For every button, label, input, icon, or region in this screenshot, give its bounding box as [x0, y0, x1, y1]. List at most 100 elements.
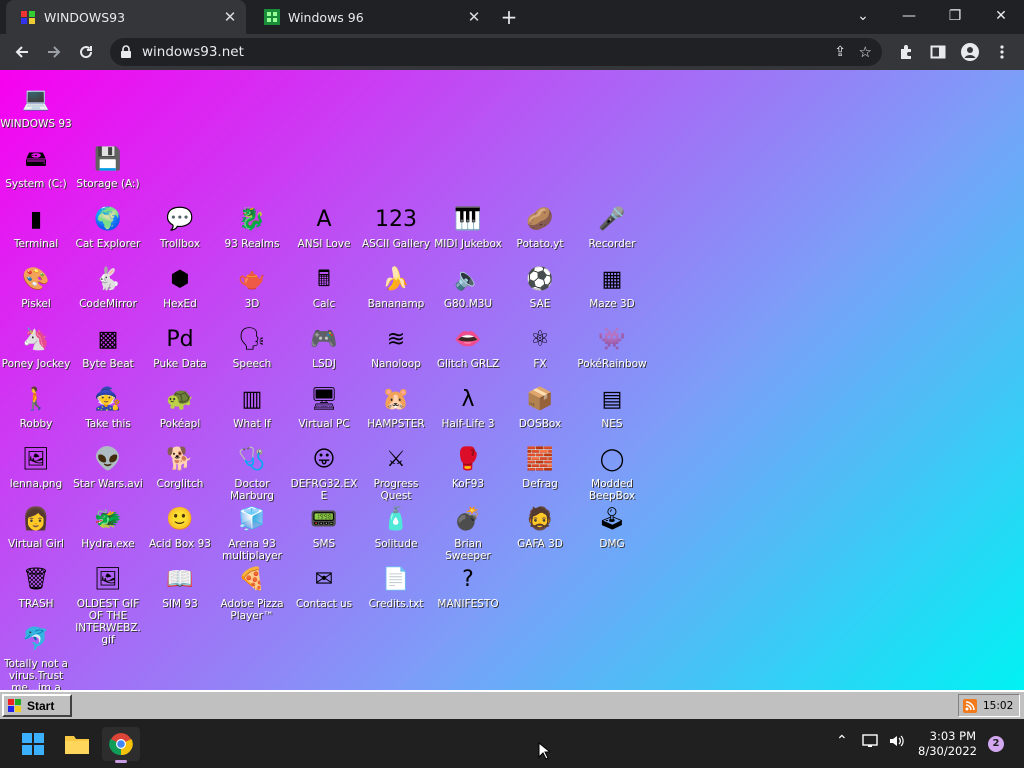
desktop-icon-hexed[interactable]: ⬢ HexEd — [144, 264, 216, 310]
desktop-icon-acid-box-93[interactable]: 🙂 Acid Box 93 — [144, 504, 216, 550]
desktop-icon-maze-3d[interactable]: ▦ Maze 3D — [576, 264, 648, 310]
back-button[interactable] — [8, 38, 36, 66]
share-icon[interactable]: ⇪ — [834, 44, 846, 60]
desktop-icon-g80-m3u[interactable]: 🔈 G80.M3U — [432, 264, 504, 310]
desktop-icon-corglitch[interactable]: 🐕 Corglitch — [144, 444, 216, 490]
desktop-icon-dosbox[interactable]: 📦 DOSBox — [504, 384, 576, 430]
close-tab-icon[interactable]: ✕ — [464, 7, 484, 27]
desktop-icon-doctor-marburg[interactable]: 🩺 Doctor Marburg — [216, 444, 288, 502]
forward-button[interactable] — [40, 38, 68, 66]
desktop-icon-totally-not-a-virus-trust-me-im-a[interactable]: 🐬 Totally not a virus.Trust me...im a — [0, 624, 72, 694]
desktop-icon-nanoloop[interactable]: ≋ Nanoloop — [360, 324, 432, 370]
desktop-icon-nes[interactable]: ▤ NES — [576, 384, 648, 430]
desktop-icon-potato-yt[interactable]: 🥔 Potato.yt — [504, 204, 576, 250]
desktop-icon-pok-apl[interactable]: 🐢 Pokéapl — [144, 384, 216, 430]
desktop-icon-virtual-pc[interactable]: 🖥 Virtual PC — [288, 384, 360, 430]
desktop-icon-progress-quest[interactable]: ⚔ Progress Quest — [360, 444, 432, 502]
desktop-icon-gafa-3d[interactable]: 🧔 GAFA 3D — [504, 504, 576, 550]
desktop-icon-pok-rainbow[interactable]: 👾 PokéRainbow — [576, 324, 648, 370]
desktop-icon-glitch-grlz[interactable]: 👄 Glitch GRLZ — [432, 324, 504, 370]
desktop-icon-lsdj[interactable]: 🎮 LSDJ — [288, 324, 360, 370]
desktop-icon-recorder[interactable]: 🎤 Recorder — [576, 204, 648, 250]
desktop-icon-brian-sweeper[interactable]: 💣 Brian Sweeper — [432, 504, 504, 562]
desktop-icon-lenna-png[interactable]: 🖼 lenna.png — [0, 444, 72, 490]
show-hidden-icons-button[interactable]: ⌃ — [836, 733, 848, 749]
desktop-icon-modded-beepbox[interactable]: ◯ Modded BeepBox — [576, 444, 648, 502]
desktop-icon-bananamp[interactable]: 🍌 Bananamp — [360, 264, 432, 310]
desktop-icon-piskel[interactable]: 🎨 Piskel — [0, 264, 72, 310]
desktop-icon-sim-93[interactable]: 📖 SIM 93 — [144, 564, 216, 610]
desktop-icon-adobe-pizza-player[interactable]: 🍕 Adobe Pizza Player™ — [216, 564, 288, 622]
rss-icon[interactable] — [963, 698, 977, 713]
side-panel-button[interactable] — [924, 38, 952, 66]
reload-button[interactable] — [72, 38, 100, 66]
desktop-icon-sae[interactable]: ⚽ SAE — [504, 264, 576, 310]
bookmark-star-icon[interactable]: ☆ — [859, 43, 872, 61]
extensions-button[interactable] — [892, 38, 920, 66]
desktop-icon-contact-us[interactable]: ✉ Contact us — [288, 564, 360, 610]
windows-logo-icon — [22, 733, 44, 755]
file-explorer-button[interactable] — [58, 727, 96, 761]
menu-button[interactable] — [988, 38, 1016, 66]
desktop-icon-trash[interactable]: 🗑 TRASH — [0, 564, 72, 610]
desktop-icon-sms[interactable]: 📟 SMS — [288, 504, 360, 550]
desktop-icon-manifesto[interactable]: ? MANIFESTO — [432, 564, 504, 610]
desktop-icon-solitude[interactable]: 🧴 Solitude — [360, 504, 432, 550]
close-tab-icon[interactable]: ✕ — [220, 7, 240, 27]
chrome-icon — [109, 733, 133, 756]
desktop-icon-oldest-gif-of-the-interwebz-gif[interactable]: 🖼 OLDEST GIF OF THE INTERWEBZ.gif — [72, 564, 144, 646]
desktop-icon-terminal[interactable]: ▮ Terminal — [0, 204, 72, 250]
new-tab-button[interactable]: + — [498, 6, 520, 28]
desktop-icon-kof93[interactable]: 🥊 KoF93 — [432, 444, 504, 490]
desktop-icon-what-if[interactable]: ▥ What If — [216, 384, 288, 430]
desktop-icon-byte-beat[interactable]: ▩ Byte Beat — [72, 324, 144, 370]
desktop-icon-windows-93[interactable]: 💻 WINDOWS 93 — [0, 84, 72, 130]
desktop-icon-trollbox[interactable]: 💬 Trollbox — [144, 204, 216, 250]
notification-badge[interactable]: 2 — [988, 736, 1004, 752]
restore-button[interactable]: ❐ — [932, 0, 978, 32]
minimize-button[interactable]: — — [886, 0, 932, 32]
desktop-icon-arena-93-multiplayer[interactable]: 🧊 Arena 93 multiplayer — [216, 504, 288, 562]
desktop-icon-half-life-3[interactable]: λ Half-Life 3 — [432, 384, 504, 430]
system-clock[interactable]: 3:03 PM 8/30/2022 — [918, 729, 977, 759]
desktop-icon-defrg32-exe[interactable]: 😛 DEFRG32.EXE — [288, 444, 360, 502]
desktop-icon-93-realms[interactable]: 🐉 93 Realms — [216, 204, 288, 250]
tab-windows93[interactable]: WINDOWS93 ✕ — [6, 0, 246, 34]
desktop-icon-puke-data[interactable]: Pd Puke Data — [144, 324, 216, 370]
desktop-icon-storage-a[interactable]: 💾 Storage (A:) — [72, 144, 144, 190]
desktop-icon-speech[interactable]: 🗣 Speech — [216, 324, 288, 370]
chrome-taskbar-button[interactable] — [102, 727, 140, 763]
profile-button[interactable] — [956, 38, 984, 66]
desktop-icon-system-c[interactable]: 🖴 System (C:) — [0, 144, 72, 190]
desktop-icon-codemirror[interactable]: 🐇 CodeMirror — [72, 264, 144, 310]
desktop-icon-dmg[interactable]: 🕹 DMG — [576, 504, 648, 550]
address-bar[interactable]: windows93.net ⇪ ☆ — [110, 38, 882, 66]
piskel-icon: 🎨 — [22, 267, 50, 292]
volume-icon[interactable] — [888, 733, 906, 753]
desktop-icon-star-wars-avi[interactable]: 👽 Star Wars.avi — [72, 444, 144, 490]
desktop-icon-label: OLDEST GIF OF THE INTERWEBZ.gif — [75, 598, 141, 646]
close-window-button[interactable]: ✕ — [978, 0, 1024, 32]
desktop-icon-hampster[interactable]: 🐹 HAMPSTER — [360, 384, 432, 430]
desktop-icon-defrag[interactable]: 🧱 Defrag — [504, 444, 576, 490]
desktop-icon-credits-txt[interactable]: 📄 Credits.txt — [360, 564, 432, 610]
desktop-icon-virtual-girl[interactable]: 👩 Virtual Girl — [0, 504, 72, 550]
tab-windows96[interactable]: Windows 96 ✕ — [250, 0, 490, 34]
desktop-icon-midi-jukebox[interactable]: 🎹 MIDI Jukebox — [432, 204, 504, 250]
pok-rainbow-icon: 👾 — [598, 327, 626, 352]
desktop-icon-robby[interactable]: 🚶 Robby — [0, 384, 72, 430]
tab-search-icon[interactable]: ⌄ — [840, 0, 886, 32]
desktop-icon-3d[interactable]: 🫖 3D — [216, 264, 288, 310]
desktop-icon-calc[interactable]: 🖩 Calc — [288, 264, 360, 310]
desktop-icon-poney-jockey[interactable]: 🦄 Poney Jockey — [0, 324, 72, 370]
network-icon[interactable] — [862, 733, 880, 753]
desktop-icon-fx[interactable]: ⚛ FX — [504, 324, 576, 370]
desktop-icon-cat-explorer[interactable]: 🌍 Cat Explorer — [72, 204, 144, 250]
desktop-icon-hydra-exe[interactable]: 🐲 Hydra.exe — [72, 504, 144, 550]
start-button[interactable]: Start — [2, 694, 72, 717]
desktop-icon-ascii-gallery[interactable]: 123 ASCII Gallery — [360, 204, 432, 250]
desktop-icon-label: Brian Sweeper — [445, 538, 491, 562]
desktop-icon-take-this[interactable]: 🧙 Take this — [72, 384, 144, 430]
desktop-icon-ansi-love[interactable]: A ANSI Love — [288, 204, 360, 250]
windows-start-button[interactable] — [14, 727, 52, 761]
